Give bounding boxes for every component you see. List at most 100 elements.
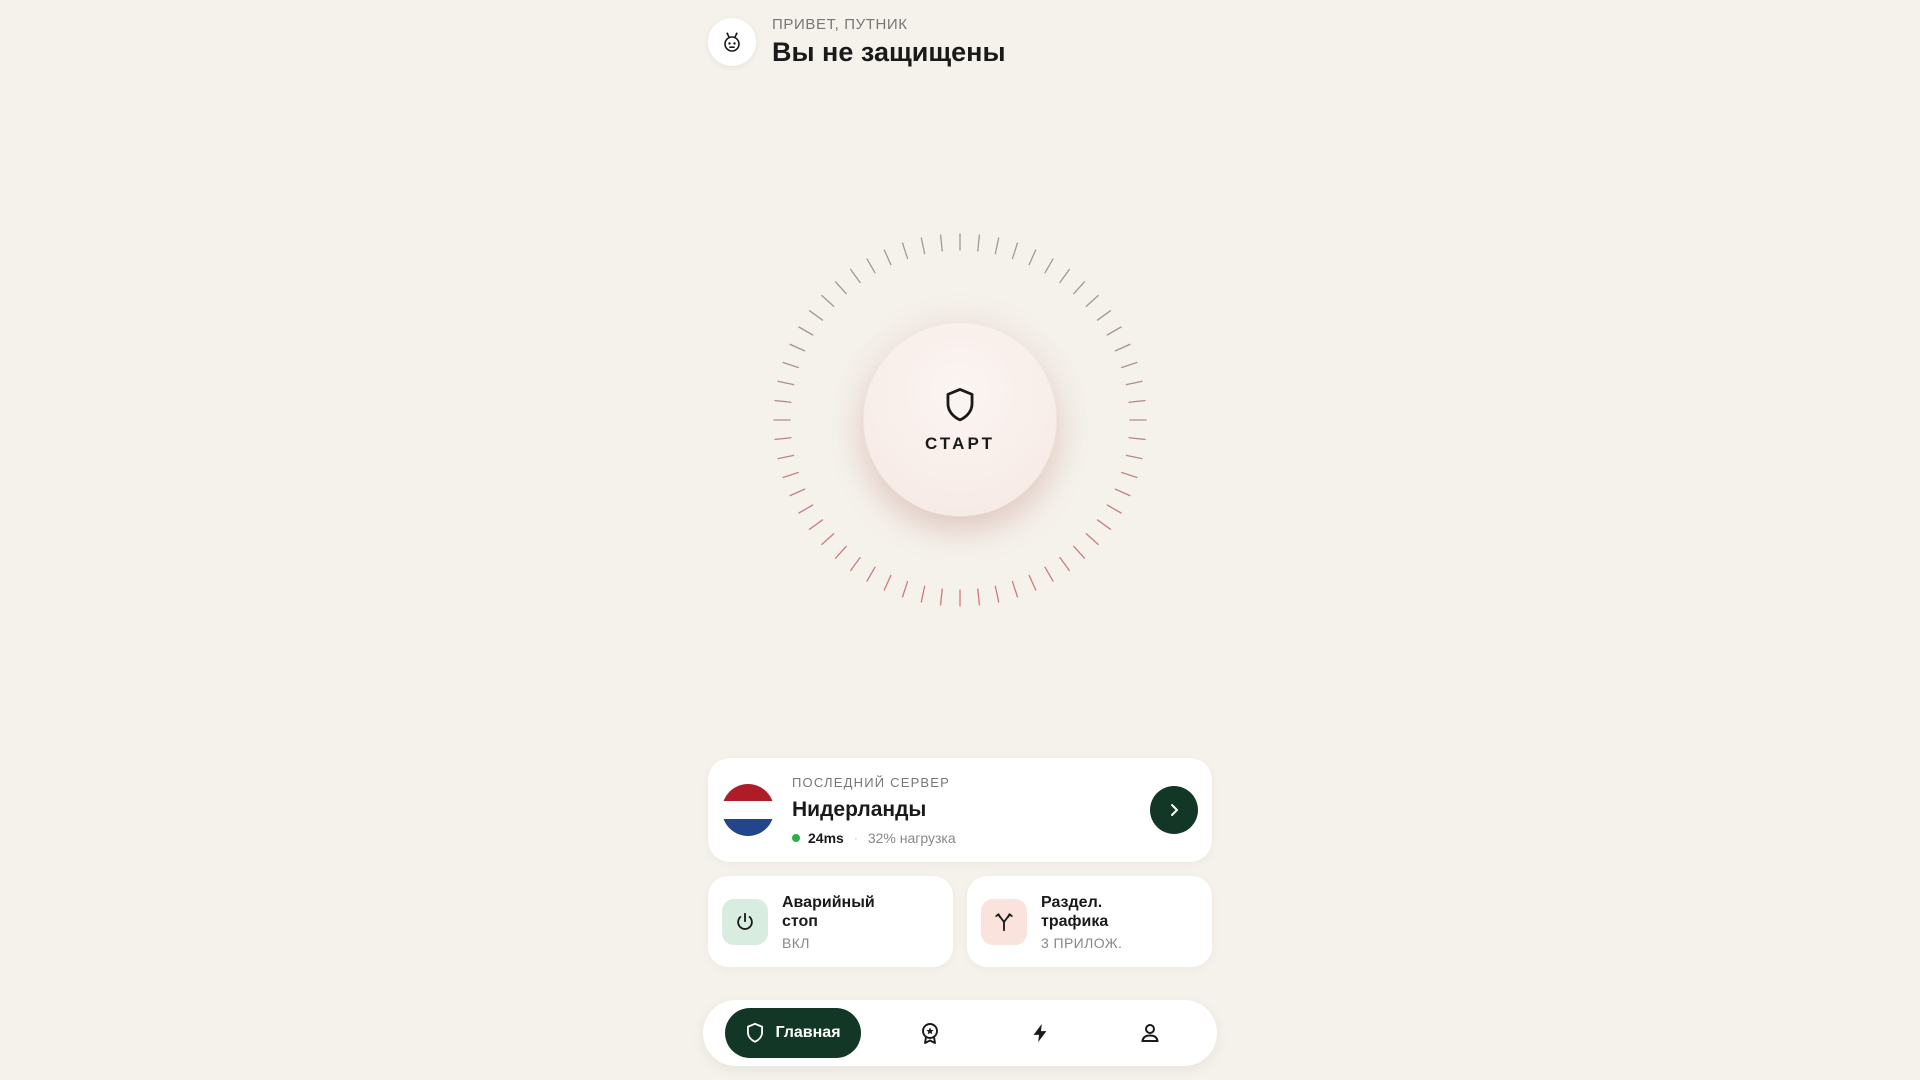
- server-ping: 24ms: [808, 829, 844, 846]
- dial-tick: [850, 268, 861, 284]
- protection-status: Вы не защищены: [772, 37, 1006, 67]
- split-tunneling-text: Раздел. трафика 3 ПРИЛОЖ.: [1041, 893, 1151, 951]
- dial-tick: [866, 566, 876, 582]
- nav-speed[interactable]: [1015, 1008, 1065, 1058]
- netherlands-flag: [722, 784, 774, 836]
- dial-tick: [1106, 326, 1122, 336]
- flag-stripe-red: [722, 784, 774, 802]
- user-icon: [1141, 1024, 1159, 1042]
- header-text: ПРИВЕТ, ПУТНИК Вы не защищены: [772, 16, 1006, 68]
- start-button[interactable]: СТАРТ: [864, 324, 1056, 516]
- kill-switch-tile[interactable]: Аварийный стоп ВКЛ: [708, 876, 953, 967]
- dial-tick: [901, 242, 909, 259]
- nav-home[interactable]: Главная: [725, 1008, 861, 1058]
- dial-tick: [994, 237, 1000, 255]
- meta-separator: ·: [853, 830, 858, 845]
- dial-tick: [1085, 533, 1099, 546]
- dial-tick: [782, 361, 799, 369]
- dial-tick: [1059, 268, 1070, 284]
- dial-tick: [920, 585, 926, 603]
- split-tunneling-count: 3 ПРИЛОЖ.: [1041, 934, 1123, 951]
- dial-tick: [1125, 380, 1143, 386]
- app-screen: ПРИВЕТ, ПУТНИК Вы не защищены СТАРТ ПОСЛ…: [0, 0, 1920, 1080]
- dial-tick: [1044, 258, 1054, 274]
- dial-tick: [1114, 343, 1131, 352]
- dial-tick: [774, 437, 792, 441]
- dial-tick: [798, 326, 814, 336]
- dial-tick: [1114, 488, 1131, 497]
- status-dot: [792, 833, 800, 842]
- split-tunneling-title: Раздел. трафика: [1041, 893, 1109, 930]
- dial-tick: [1121, 361, 1138, 369]
- kill-switch-status: ВКЛ: [782, 934, 810, 951]
- split-tunneling-icon-box: [981, 898, 1027, 945]
- chevron-right-icon: [1171, 804, 1178, 816]
- award-icon: [922, 1023, 938, 1044]
- server-name: Нидерланды: [792, 797, 927, 821]
- dial-tick: [1073, 545, 1086, 559]
- dial-tick: [1096, 519, 1112, 530]
- dial-tick: [782, 471, 799, 479]
- nav-awards[interactable]: [905, 1008, 955, 1058]
- power-icon: [737, 912, 753, 930]
- dial-tick: [1106, 504, 1122, 514]
- server-meta: 24ms · 32% нагрузка: [792, 830, 1150, 846]
- last-server-card[interactable]: ПОСЛЕДНИЙ СЕРВЕР Нидерланды 24ms · 32% н…: [708, 758, 1212, 862]
- dial-tick: [883, 574, 892, 591]
- dial-tick: [774, 399, 792, 403]
- dial-tick: [1011, 581, 1019, 598]
- dial-tick: [1128, 399, 1146, 403]
- dial-tick: [1011, 242, 1019, 259]
- dial-tick: [808, 519, 824, 530]
- dial-tick: [977, 588, 981, 606]
- start-label: СТАРТ: [925, 434, 995, 453]
- kill-switch-title: Аварийный стоп: [782, 893, 875, 930]
- shield-icon: [946, 387, 974, 422]
- bolt-icon: [1033, 1023, 1047, 1043]
- dial-tick: [994, 585, 1000, 603]
- dial-tick: [798, 504, 814, 514]
- header: ПРИВЕТ, ПУТНИК Вы не защищены: [708, 16, 1006, 68]
- dial-tick: [777, 380, 795, 386]
- nav-profile[interactable]: [1125, 1008, 1175, 1058]
- nav-home-label: Главная: [775, 1024, 841, 1041]
- split-tunneling-tile[interactable]: Раздел. трафика 3 ПРИЛОЖ.: [967, 876, 1212, 967]
- flag-stripe-blue: [722, 818, 774, 836]
- dial-tick: [850, 556, 861, 572]
- dial-tick: [1085, 294, 1099, 307]
- flag-stripe-white: [722, 801, 774, 819]
- dial-tick: [1028, 249, 1037, 266]
- greeting: ПРИВЕТ, ПУТНИК: [772, 16, 908, 33]
- dial-tick: [821, 533, 835, 546]
- dial-tick: [1121, 471, 1138, 479]
- connection-dial: СТАРТ: [760, 220, 1160, 620]
- dial-tick: [939, 588, 943, 606]
- dial-tick: [1096, 310, 1112, 321]
- kill-switch-icon-box: [722, 898, 768, 945]
- avatar[interactable]: [708, 18, 756, 66]
- dial-tick: [1073, 281, 1086, 295]
- dial-tick: [1059, 556, 1070, 572]
- dial-tick: [789, 343, 806, 352]
- dial-tick: [901, 581, 909, 598]
- dial-tick: [834, 545, 847, 559]
- dial-tick: [777, 454, 795, 460]
- split-icon: [995, 912, 1013, 931]
- dial-tick: [1125, 454, 1143, 460]
- open-server-button[interactable]: [1150, 786, 1198, 834]
- dial-tick: [1044, 566, 1054, 582]
- server-load: 32% нагрузка: [867, 829, 956, 846]
- server-info: ПОСЛЕДНИЙ СЕРВЕР Нидерланды 24ms · 32% н…: [792, 775, 1150, 846]
- dial-tick: [1128, 437, 1146, 441]
- dial-tick: [920, 237, 926, 255]
- dial-tick: [821, 294, 835, 307]
- bottom-nav: Главная: [703, 1000, 1217, 1066]
- dial-tick: [808, 310, 824, 321]
- dial-tick: [977, 234, 981, 252]
- dial-tick: [939, 234, 943, 252]
- server-caption: ПОСЛЕДНИЙ СЕРВЕР: [792, 774, 951, 790]
- robot-icon: [724, 32, 740, 52]
- dial-tick: [834, 281, 847, 295]
- shield-icon: [747, 1022, 764, 1043]
- dial-tick: [866, 258, 876, 274]
